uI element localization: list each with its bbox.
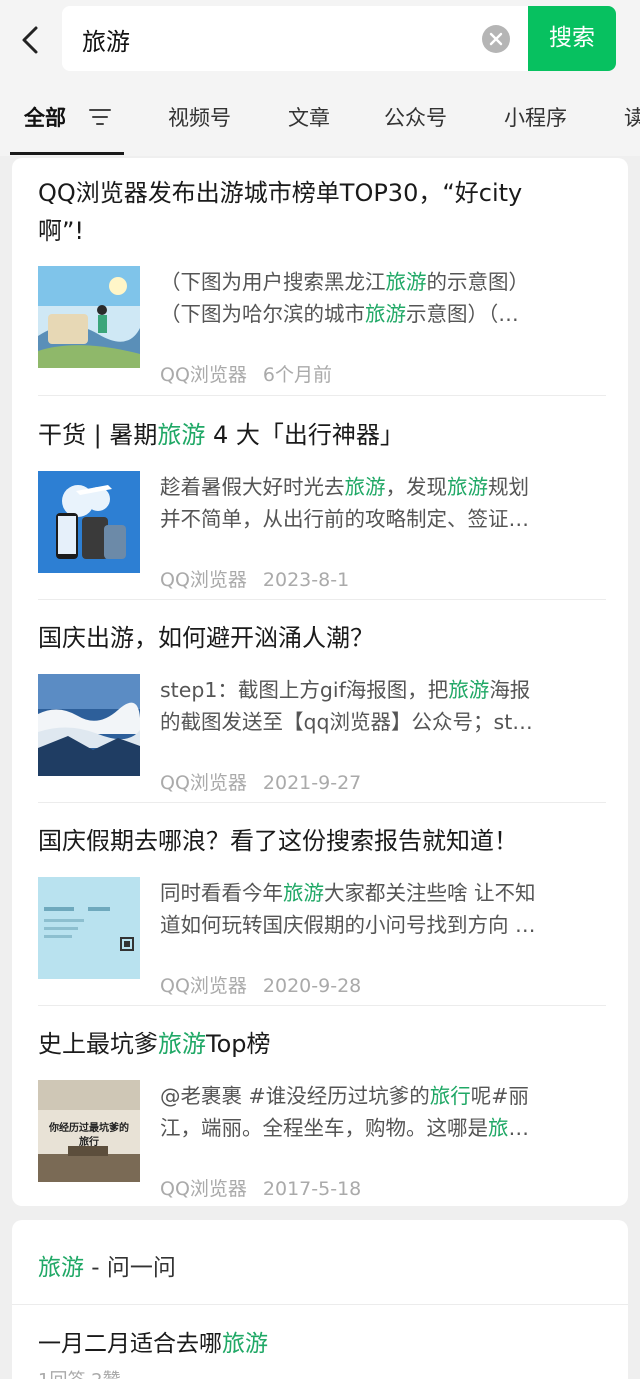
search-input[interactable]: 旅游 [62,6,532,71]
divider [38,1005,606,1006]
article-snippet: step1：截图上方gif海报图，把旅游海报 的截图发送至【qq浏览器】公众号；… [160,678,533,734]
search-button[interactable]: 搜索 [528,6,616,71]
clear-icon[interactable] [482,25,510,53]
divider [38,599,606,600]
filter-icon[interactable] [88,106,112,128]
article-item[interactable]: 国庆假期去哪浪？看了这份搜索报告就知道！ 同时看看今年旅游大家都关注些啥 让不知… [38,822,606,997]
article-source: QQ浏览器 [160,772,247,794]
qa-section-title[interactable]: 旅游 - 问一问 [38,1248,176,1282]
tab-video[interactable]: 视频号 [168,102,231,132]
article-thumbnail [38,877,140,979]
active-tab-indicator [10,152,124,155]
divider [38,802,606,803]
article-meta: QQ浏览器 2017-5-18 [160,1174,377,1201]
tab-articles[interactable]: 文章 [288,102,330,132]
article-title: QQ浏览器发布出游城市榜单TOP30，“好city 啊”! [38,179,523,245]
article-title: 史上最坑爹旅游Top榜 [38,1030,271,1058]
divider [38,395,606,396]
tab-read[interactable]: 读 [624,102,640,132]
article-time: 2023-8-1 [262,569,350,591]
tab-official-accounts[interactable]: 公众号 [384,102,447,132]
article-meta: QQ浏览器 6个月前 [160,360,348,387]
article-thumbnail: 你经历过最坑爹的 旅行 [38,1080,140,1182]
article-source: QQ浏览器 [160,1178,247,1200]
filter-tabs: 全部 视频号 文章 公众号 小程序 读 [0,86,640,156]
article-source: QQ浏览器 [160,975,247,997]
article-thumbnail [38,471,140,573]
article-time: 2017-5-18 [262,1178,362,1200]
article-thumbnail [38,266,140,368]
article-title: 国庆假期去哪浪？看了这份搜索报告就知道！ [38,827,518,855]
article-meta: QQ浏览器 2023-8-1 [160,565,365,592]
article-title: 干货 | 暑期旅游 4 大「出行神器」 [38,421,404,449]
article-item[interactable]: 史上最坑爹旅游Top榜 你经历过最坑爹的 旅行 @老裹裹 #谁没经历过坑爹的旅行… [38,1025,606,1200]
article-snippet: 趁着暑假大好时光去旅游，发现旅游规划 并不简单，从出行前的攻略制定、签证… [160,475,529,531]
article-meta: QQ浏览器 2020-9-28 [160,971,377,998]
article-meta: QQ浏览器 2021-9-27 [160,768,377,795]
article-time: 6个月前 [262,364,333,386]
article-time: 2021-9-27 [262,772,362,794]
article-item[interactable]: QQ浏览器发布出游城市榜单TOP30，“好city 啊”! （下图为用户搜索黑龙江… [38,174,606,386]
article-source: QQ浏览器 [160,569,247,591]
article-snippet: （下图为用户搜索黑龙江旅游的示意图） （下图为哈尔滨的城市旅游示意图）（… [160,270,529,326]
article-snippet: @老裹裹 #谁没经历过坑爹的旅行呢#丽 江，端丽。全程坐车，购物。这哪是旅… [160,1084,529,1140]
article-thumbnail [38,674,140,776]
qa-question[interactable]: 一月二月适合去哪旅游 [38,1324,268,1358]
tab-all[interactable]: 全部 [24,102,66,132]
article-item[interactable]: 国庆出游，如何避开汹涌人潮？ step1：截图上方gif海报图，把旅游海报 的截… [38,619,606,794]
search-query-text: 旅游 [82,28,130,56]
article-snippet: 同时看看今年旅游大家都关注些啥 让不知 道如何玩转国庆假期的小问号找到方向 … [160,881,536,937]
tab-mini-programs[interactable]: 小程序 [504,102,567,132]
search-header: 旅游 搜索 [0,0,640,86]
article-time: 2020-9-28 [262,975,362,997]
article-item[interactable]: 干货 | 暑期旅游 4 大「出行神器」 趁着暑假大好时光去旅游，发现旅游规划 并… [38,416,606,591]
search-results-card: QQ浏览器发布出游城市榜单TOP30，“好city 啊”! （下图为用户搜索黑龙江… [12,158,628,1206]
article-source: QQ浏览器 [160,364,247,386]
qa-card: 旅游 - 问一问 一月二月适合去哪旅游 1回答 2赞 [12,1220,628,1379]
back-icon[interactable] [14,20,50,60]
divider [12,1304,628,1305]
qa-meta: 1回答 2赞 [38,1366,121,1379]
article-title: 国庆出游，如何避开汹涌人潮？ [38,624,374,652]
